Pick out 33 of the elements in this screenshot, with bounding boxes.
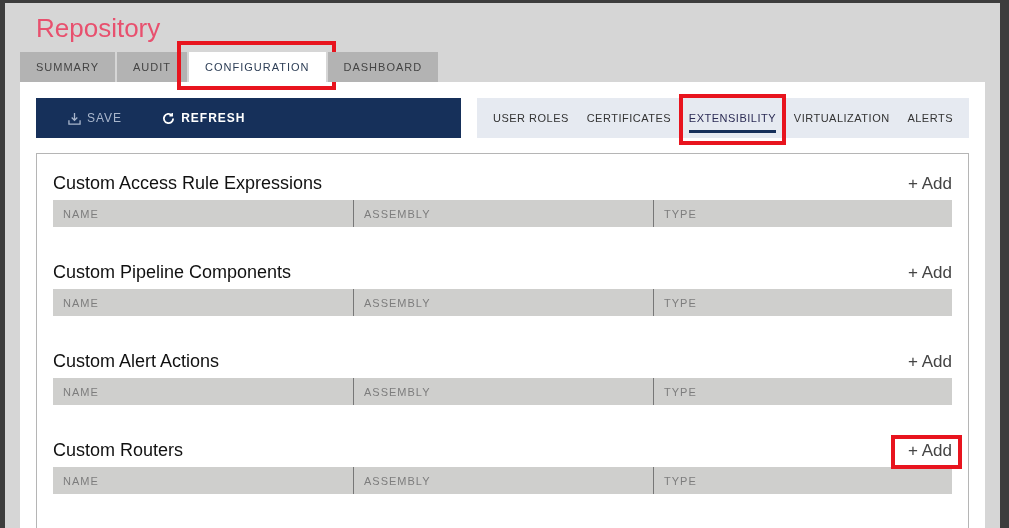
section-title: Custom Routers: [53, 440, 184, 461]
subtab[interactable]: ALERTS: [907, 106, 953, 133]
column-header: NAME: [62, 473, 100, 489]
column-header: TYPE: [653, 200, 953, 227]
column-header: TYPE: [653, 289, 953, 316]
column-header: TYPE: [653, 378, 953, 405]
add-link[interactable]: + Add: [908, 263, 952, 283]
add-link[interactable]: + Add: [908, 441, 952, 461]
column-header: NAME: [62, 206, 100, 222]
column-header: ASSEMBLY: [353, 467, 653, 494]
tab[interactable]: CONFIGURATION: [189, 52, 326, 82]
section-title: Custom Alert Actions: [53, 351, 220, 372]
add-link[interactable]: + Add: [908, 174, 952, 194]
column-header: ASSEMBLY: [353, 378, 653, 405]
download-icon: [68, 111, 81, 125]
refresh-icon: [162, 111, 176, 125]
refresh-button[interactable]: REFRESH: [162, 111, 246, 125]
section-title: Custom Access Rule Expressions: [53, 173, 323, 194]
column-header: ASSEMBLY: [353, 200, 653, 227]
section-title: Custom Pipeline Components: [53, 262, 292, 283]
subtab[interactable]: EXTENSIBILITY: [688, 106, 777, 133]
tab[interactable]: DASHBOARD: [327, 52, 439, 82]
add-link[interactable]: + Add: [908, 352, 952, 372]
column-header: NAME: [62, 295, 100, 311]
subtab[interactable]: USER ROLES: [493, 106, 569, 133]
column-header: NAME: [62, 384, 100, 400]
tab[interactable]: SUMMARY: [20, 52, 116, 82]
subtab[interactable]: VIRTUALIZATION: [793, 106, 890, 133]
column-header: ASSEMBLY: [353, 289, 653, 316]
page-title: Repository: [36, 15, 161, 45]
subtab[interactable]: CERTIFICATES: [586, 106, 672, 133]
column-header: TYPE: [653, 467, 953, 494]
tab[interactable]: AUDIT: [117, 52, 188, 82]
